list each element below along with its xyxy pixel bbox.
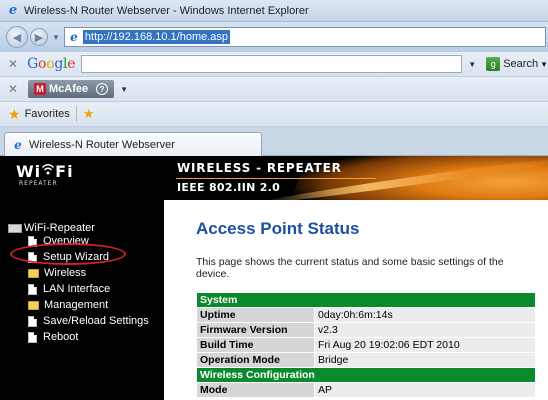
computer-icon [8,223,22,233]
favorites-star-icon[interactable]: ★ [8,106,21,123]
forward-arrow-icon: ▶ [34,31,44,44]
section-header-system: System [196,292,536,308]
wifi-logo-word: Wi Fi [16,162,74,181]
product-subtitle: IEEE 802.IIN 2.0 [177,181,281,194]
sidebar-item-label: Wireless [44,267,87,279]
table-row: Firmware Version v2.3 [196,322,536,338]
window-titlebar: e Wireless-N Router Webserver - Windows … [0,0,548,22]
row-value: v2.3 [314,322,536,338]
sidebar-item-save-reload[interactable]: Save/Reload Settings [28,315,149,327]
row-label: Build Time [196,337,315,353]
sidebar-item-label: Save/Reload Settings [43,315,149,327]
sidebar-item-label: Management [44,299,109,311]
table-row: Operation Mode Bridge [196,352,536,368]
table-row: Build Time Fri Aug 20 19:02:06 EDT 2010 [196,337,536,353]
sidebar-item-lan-interface[interactable]: LAN Interface [28,283,110,295]
tab-router-webserver[interactable]: e Wireless-N Router Webserver [4,132,262,156]
wifi-logo-sub: REPEATER [19,180,58,187]
close-toolbar-icon[interactable]: ✕ [8,82,24,96]
mcafee-dropdown-icon[interactable]: ▼ [120,85,128,94]
forward-button[interactable]: ▶ [30,28,48,46]
web-page: Wi Fi REPEATER WIRELESS - REPEATER IEEE 8… [0,156,548,400]
search-dropdown-icon[interactable]: ▼ [468,60,476,69]
sidebar-item-label: Reboot [43,331,79,343]
row-value: 0day:0h:6m:14s [314,307,536,323]
google-search-input[interactable] [81,55,463,73]
sidebar-item-label: LAN Interface [43,283,111,295]
search-icon: g [486,57,501,71]
search-options-icon: ▼ [540,59,548,69]
mcafee-button[interactable]: M McAfee ? [28,80,115,98]
row-value: Bridge [314,352,536,368]
page-icon: e [70,30,78,44]
mcafee-logo-icon: M [34,83,46,95]
row-value: Fri Aug 20 19:02:06 EDT 2010 [314,337,536,353]
row-label: Operation Mode [196,352,315,368]
google-search-button[interactable]: g Search ▼ [486,57,548,71]
recent-pages-dropdown-icon[interactable]: ▼ [52,33,60,42]
toolbar-separator [75,106,77,122]
page-icon [28,331,37,343]
google-logo: Google [27,56,76,72]
main-content: Access Point Status This page shows the … [164,200,548,400]
search-button-label: Search [503,58,539,70]
sidebar-nav: WiFi-Repeater Overview Setup Wizard Wire… [0,200,164,400]
wifi-signal-icon [42,164,55,175]
product-title: WIRELESS - REPEATER [177,161,342,175]
tab-label: Wireless-N Router Webserver [29,138,175,151]
favorites-bar: ★ Favorites ★ [0,102,548,127]
row-value: AP [314,382,536,398]
page-icon [28,283,37,295]
folder-icon [28,300,39,310]
page-title: Access Point Status [196,219,360,238]
back-button[interactable]: ◀ [6,26,28,48]
sidebar-item-wireless[interactable]: Wireless [28,267,86,279]
ie-page-icon: e [14,137,22,152]
ie-logo-icon: e [8,3,18,18]
status-table: System Uptime 0day:0h:6m:14s Firmware Ve… [196,292,536,398]
sidebar-item-reboot[interactable]: Reboot [28,331,78,343]
address-url[interactable]: http://192.168.10.1/home.asp [82,30,231,44]
folder-icon [28,268,39,278]
router-header-banner: Wi Fi REPEATER WIRELESS - REPEATER IEEE 8… [0,156,548,200]
mcafee-toolbar: ✕ M McAfee ? ▼ [0,77,548,102]
section-header-label: System [196,292,536,308]
setup-wizard-highlight-annotation [10,243,126,265]
row-label: Firmware Version [196,322,315,338]
sidebar-root[interactable]: WiFi-Repeater [8,222,95,234]
address-row: ◀ ▶ ▼ e http://192.168.10.1/home.asp [0,22,548,52]
table-row: Mode AP [196,382,536,398]
back-arrow-icon: ◀ [12,31,22,44]
row-label: Uptime [196,307,315,323]
favorites-button[interactable]: Favorites [25,108,70,120]
window-title: Wireless-N Router Webserver - Windows In… [24,4,309,17]
google-toolbar: ✕ Google ▼ g Search ▼ [0,52,548,77]
address-bar[interactable]: e http://192.168.10.1/home.asp [63,27,546,47]
table-row: Uptime 0day:0h:6m:14s [196,307,536,323]
page-icon [28,315,37,327]
help-icon: ? [96,83,109,95]
close-toolbar-icon[interactable]: ✕ [8,57,23,71]
sidebar-item-management[interactable]: Management [28,299,108,311]
sidebar-root-label: WiFi-Repeater [24,222,95,234]
row-label: Mode [196,382,315,398]
header-divider [176,178,376,179]
tab-strip: e Wireless-N Router Webserver [0,127,548,156]
section-header-wireless: Wireless Configuration [196,367,536,383]
wifi-logo: Wi Fi REPEATER [16,162,136,187]
mcafee-label: McAfee [49,83,89,95]
section-header-label: Wireless Configuration [196,367,536,383]
add-to-favorites-icon[interactable]: ★ [83,106,95,122]
page-description: This page shows the current status and s… [196,256,504,280]
